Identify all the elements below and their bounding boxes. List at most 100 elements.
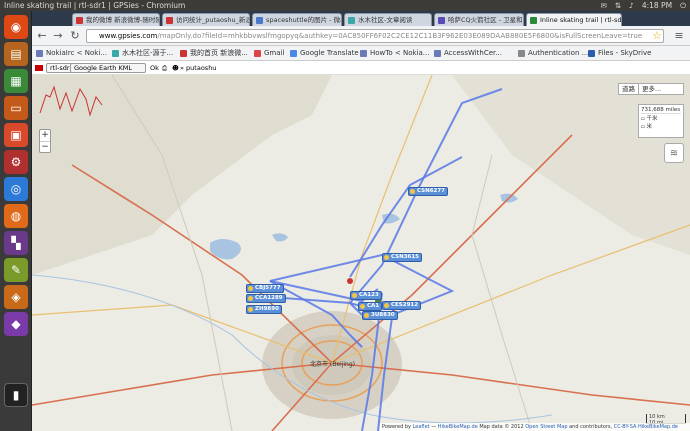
- tab-visit-stats[interactable]: 访问统计_putaoshu_新浪: [162, 13, 250, 26]
- distance-value: 731,688 miles: [641, 107, 681, 114]
- bookmark-accesswithcert[interactable]: AccessWithCer...: [434, 46, 502, 61]
- waypoint-csn3615[interactable]: CSN3615: [382, 253, 423, 262]
- tab-newsmth[interactable]: 水木社区-文章阅读: [344, 13, 432, 26]
- flag-icon: [35, 65, 43, 71]
- gmail-icon: [254, 50, 261, 57]
- menu-wrench-icon[interactable]: ≡: [672, 29, 686, 43]
- mail-icon[interactable]: ✉: [600, 0, 606, 11]
- bookmark-nokiairc[interactable]: NokiaIrc < Noki...: [36, 46, 107, 61]
- software-center-icon[interactable]: ◈: [4, 285, 28, 309]
- waypoint-zh9890[interactable]: ZH9890: [246, 305, 282, 314]
- waypoint-ca123[interactable]: CA123: [350, 291, 382, 300]
- bookmark-newsmth[interactable]: 水木社区-源于...: [112, 46, 173, 61]
- tab-weibo[interactable]: 我的微博 新浪微博-随时随: [72, 13, 160, 26]
- terrain-shade: [452, 75, 690, 255]
- reservoir: [272, 233, 288, 242]
- volume-icon[interactable]: ♪: [629, 0, 634, 11]
- map-tiles: [32, 75, 690, 431]
- user-icon: ☻: [172, 64, 179, 72]
- ok-button[interactable]: Ok: [150, 61, 159, 75]
- bookmarks-bar: NokiaIrc < Noki... 水木社区-源于... 我的首页 新浪微..…: [32, 46, 690, 61]
- terminal-icon[interactable]: ▮: [4, 383, 28, 407]
- tab-gpsies-active[interactable]: Inline skating trail | rtl-sdr: [526, 13, 622, 26]
- bookmark-skydrive[interactable]: Files - SkyDrive: [588, 46, 651, 61]
- osm-link[interactable]: Open Street Map: [525, 424, 567, 430]
- files-icon[interactable]: ▤: [4, 42, 28, 66]
- export-format-select[interactable]: Google Earth KML: [70, 63, 146, 73]
- spreadsheet-icon[interactable]: ▦: [4, 69, 28, 93]
- poi-marker: [347, 278, 353, 284]
- waypoint-ces2912[interactable]: CES2912: [382, 301, 422, 310]
- system-top-panel: Inline skating trail | rtl-sdr1 | GPSies…: [0, 0, 690, 11]
- waypoint-csn6277[interactable]: CSN6277: [408, 187, 449, 196]
- bookmark-google-translate[interactable]: Google Translate: [290, 46, 359, 61]
- presentation-icon[interactable]: ▭: [4, 96, 28, 120]
- gpsies-page-toolbar: rtl-sdr1 Google Earth KML Ok ⎙ ☻ » putao…: [32, 61, 690, 75]
- tab-spaceshuttle[interactable]: spaceshuttle的图片 - 微相: [252, 13, 342, 26]
- window-title: Inline skating trail | rtl-sdr1 | GPSies…: [4, 1, 186, 10]
- url-path: /mapOnly.do?fileId=mhkbbvwslfmgopyq&auth…: [157, 32, 643, 40]
- browser-window: 我的微博 新浪微博-随时随 访问统计_putaoshu_新浪 spaceshut…: [32, 11, 690, 431]
- dash-home-icon[interactable]: ◉: [4, 15, 28, 39]
- system-tray: ✉ ⇅ ♪ 4:18 PM ⏻: [600, 0, 686, 11]
- bookmark-howto-nokia[interactable]: HowTo < Nokia...: [360, 46, 429, 61]
- cc-by-sa-link[interactable]: CC-BY-SA: [614, 424, 637, 430]
- layers-icon[interactable]: ≋: [664, 143, 684, 163]
- power-icon[interactable]: ⏻: [680, 0, 686, 11]
- bookmark-star-icon[interactable]: ☆: [650, 29, 664, 43]
- city-label: 北京市 (Beijing): [310, 361, 356, 368]
- zoom-in-button[interactable]: +: [40, 130, 50, 141]
- terrain-shade: [32, 75, 332, 275]
- clock[interactable]: 4:18 PM: [642, 0, 672, 11]
- workspaces-icon[interactable]: ▚: [4, 231, 28, 255]
- unit-option-m[interactable]: ▫ 米: [641, 122, 681, 130]
- tab-strip: 我的微博 新浪微博-随时随 访问统计_putaoshu_新浪 spaceshut…: [32, 11, 690, 26]
- map-attribution: Powered by Leaflet — HikeBikeMap.de Map …: [380, 423, 690, 431]
- text-editor-icon[interactable]: ✎: [4, 258, 28, 282]
- unity-launcher: ◉ ▤ ▦ ▭ ▣ ⚙ ◎ ◍ ▚ ✎ ◈ ◆ ▮: [0, 11, 32, 431]
- waypoint-cca1289[interactable]: CCA1289: [246, 294, 286, 303]
- maptype-more-button[interactable]: 更多...: [638, 83, 684, 95]
- weibo-favicon-icon: [166, 17, 173, 24]
- hikebikemap-link[interactable]: HikeBikeMap.de: [438, 424, 478, 430]
- user-link[interactable]: » putaoshu: [180, 61, 216, 75]
- skydrive-icon: [588, 50, 595, 57]
- waypoint-ca1[interactable]: CA1: [358, 302, 383, 311]
- url-host: www.gpsies.com: [99, 32, 158, 40]
- map-canvas[interactable]: + − 道路 更多... 731,688 miles ▫ 千米 ▫ 米 ≋ CS…: [32, 75, 690, 431]
- toolbox-icon[interactable]: ▣: [4, 123, 28, 147]
- unit-option-km[interactable]: ▫ 千米: [641, 114, 681, 122]
- forward-icon[interactable]: →: [51, 29, 65, 43]
- chromium-icon[interactable]: ◎: [4, 177, 28, 201]
- waypoint-cbj5777[interactable]: CBJ5777: [246, 284, 284, 293]
- tab-label: 我的微博 新浪微博-随时随: [86, 16, 160, 24]
- newsmth-icon: [112, 50, 119, 57]
- hikebikemap-end-link[interactable]: HikeBikeMap.de: [638, 424, 678, 430]
- tab-rocket[interactable]: 哈萨CQ火箭社区 - 卫星和: [434, 13, 524, 26]
- page-icon: [518, 50, 525, 57]
- print-icon[interactable]: ⎙: [162, 61, 167, 75]
- translate-icon: [290, 50, 297, 57]
- zoom-control: + −: [39, 129, 51, 153]
- photo-favicon-icon: [256, 17, 263, 24]
- leaflet-link[interactable]: Leaflet: [413, 424, 430, 430]
- firefox-icon[interactable]: ◍: [4, 204, 28, 228]
- newsmth-favicon-icon: [348, 17, 355, 24]
- bookmark-gmail[interactable]: Gmail: [254, 46, 284, 61]
- bookmark-authentication[interactable]: Authentication ...: [518, 46, 588, 61]
- waypoint-3u8830[interactable]: 3U8830: [362, 311, 398, 320]
- zoom-out-button[interactable]: −: [40, 141, 50, 152]
- browser-toolbar: ← → ↻ www.gpsies.com/mapOnly.do?fileId=m…: [32, 26, 690, 46]
- purple-app-icon[interactable]: ◆: [4, 312, 28, 336]
- weibo-icon: [180, 50, 187, 57]
- tab-label: 访问统计_putaoshu_新浪: [176, 16, 250, 24]
- bookmark-weibo[interactable]: 我的首页 新浪微...: [180, 46, 248, 61]
- nokia-icon: [36, 50, 43, 57]
- back-icon[interactable]: ←: [35, 29, 49, 43]
- address-bar[interactable]: www.gpsies.com/mapOnly.do?fileId=mhkbbvw…: [86, 29, 664, 43]
- settings-icon[interactable]: ⚙: [4, 150, 28, 174]
- reload-icon[interactable]: ↻: [68, 29, 82, 43]
- network-icon[interactable]: ⇅: [615, 0, 621, 11]
- weibo-favicon-icon: [76, 17, 83, 24]
- maptype-roads-button[interactable]: 道路: [618, 83, 639, 95]
